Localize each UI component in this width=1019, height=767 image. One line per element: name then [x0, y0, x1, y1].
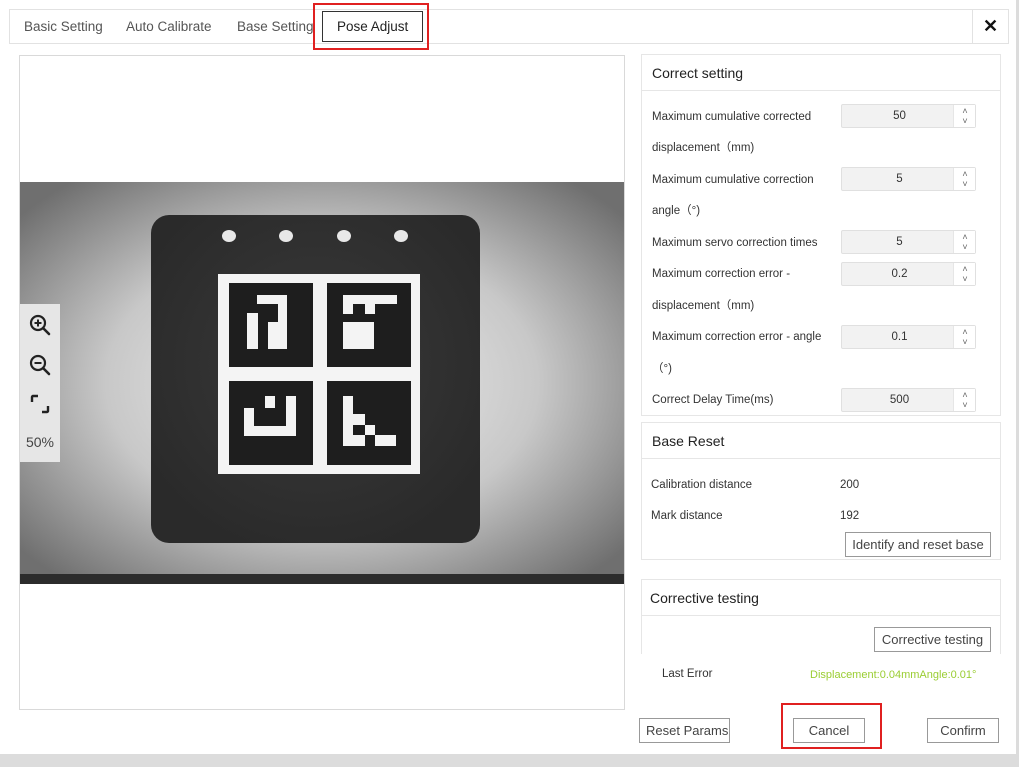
tab-pose-adjust[interactable]: Pose Adjust [322, 11, 424, 42]
spin-value: 500 [889, 394, 910, 406]
max-servo-times-input[interactable]: 5 ˄ ˅ [841, 230, 976, 254]
correct-setting-title: Correct setting [642, 55, 1000, 91]
chevron-down-icon[interactable]: ˅ [960, 274, 970, 284]
chevron-up-icon[interactable]: ˄ [960, 327, 970, 337]
chevron-up-icon[interactable]: ˄ [960, 232, 970, 242]
cancel-button[interactable]: Cancel [793, 718, 865, 743]
stepper: ˄ ˅ [953, 389, 975, 411]
zoom-out-icon[interactable] [29, 354, 51, 376]
max-cumulative-displacement-input[interactable]: 50 ˄ ˅ [841, 104, 976, 128]
chevron-down-icon[interactable]: ˅ [960, 116, 970, 126]
zoom-in-icon[interactable] [29, 314, 51, 336]
row-label-max-angle-line1: Maximum cumulative correction [652, 174, 814, 186]
row-label-max-err-angle-line2: （°) [652, 363, 672, 375]
corrective-testing-title: Corrective testing [642, 580, 1000, 616]
chevron-up-icon[interactable]: ˄ [960, 169, 970, 179]
spin-value: 0.2 [891, 268, 908, 280]
chevron-up-icon[interactable]: ˄ [960, 106, 970, 116]
identify-reset-base-button[interactable]: Identify and reset base [845, 532, 991, 557]
tab-bar: Basic Setting Auto Calibrate Base Settin… [9, 9, 1009, 44]
stepper: ˄ ˅ [953, 168, 975, 190]
close-icon[interactable]: ✕ [972, 9, 1008, 44]
tab-basic-setting[interactable]: Basic Setting [10, 10, 117, 43]
row-label-max-err-disp-line1: Maximum correction error - [652, 268, 791, 280]
max-error-angle-input[interactable]: 0.1 ˄ ˅ [841, 325, 976, 349]
chevron-down-icon[interactable]: ˅ [960, 400, 970, 410]
correct-delay-time-input[interactable]: 500 ˄ ˅ [841, 388, 976, 412]
zoom-toolbar: 50% [20, 304, 60, 462]
camera-image [20, 182, 624, 584]
base-reset-title: Base Reset [642, 423, 1000, 459]
chevron-up-icon[interactable]: ˄ [960, 390, 970, 400]
stepper: ˄ ˅ [953, 105, 975, 127]
spin-value: 5 [896, 236, 903, 248]
tab-auto-calibrate[interactable]: Auto Calibrate [112, 10, 226, 43]
zoom-level: 50% [25, 434, 55, 450]
row-label-max-servo: Maximum servo correction times [652, 237, 818, 249]
corrective-testing-button[interactable]: Corrective testing [874, 627, 991, 652]
row-label-max-err-disp-line2: displacement（mm) [652, 300, 755, 312]
chevron-down-icon[interactable]: ˅ [960, 337, 970, 347]
calibration-distance-value: 200 [840, 479, 860, 491]
max-cumulative-angle-input[interactable]: 5 ˄ ˅ [841, 167, 976, 191]
image-viewer[interactable]: 50% [19, 55, 625, 710]
stepper: ˄ ˅ [953, 326, 975, 348]
corrective-testing-section: Corrective testing Corrective testing [641, 579, 1001, 654]
correct-setting-section: Correct setting Maximum cumulative corre… [641, 54, 1001, 416]
max-error-displacement-input[interactable]: 0.2 ˄ ˅ [841, 262, 976, 286]
mark-distance-label: Mark distance [651, 510, 723, 522]
last-error-value: Displacement:0.04mmAngle:0.01° [810, 669, 977, 681]
row-label-max-angle-line2: angle（°) [652, 205, 701, 217]
tab-base-setting[interactable]: Base Setting [223, 10, 328, 43]
pose-adjust-dialog: Basic Setting Auto Calibrate Base Settin… [0, 0, 1016, 754]
stepper: ˄ ˅ [953, 231, 975, 253]
row-label-max-err-angle-line1: Maximum correction error - angle [652, 331, 822, 343]
spin-value: 50 [893, 110, 906, 122]
last-error-label: Last Error [662, 668, 713, 680]
row-label-max-disp-line1: Maximum cumulative corrected [652, 111, 812, 123]
chevron-down-icon[interactable]: ˅ [960, 242, 970, 252]
confirm-button[interactable]: Confirm [927, 718, 999, 743]
spin-value: 5 [896, 173, 903, 185]
chevron-down-icon[interactable]: ˅ [960, 179, 970, 189]
mark-distance-value: 192 [840, 510, 860, 522]
stepper: ˄ ˅ [953, 263, 975, 285]
reset-params-button[interactable]: Reset Params [639, 718, 730, 743]
fit-screen-icon[interactable] [29, 393, 51, 415]
row-label-delay-time: Correct Delay Time(ms) [652, 394, 774, 406]
chevron-up-icon[interactable]: ˄ [960, 264, 970, 274]
calibration-distance-label: Calibration distance [651, 479, 753, 491]
row-label-max-disp-line2: displacement（mm) [652, 142, 755, 154]
base-reset-section: Base Reset Calibration distance 200 Mark… [641, 422, 1001, 560]
spin-value: 0.1 [891, 331, 908, 343]
